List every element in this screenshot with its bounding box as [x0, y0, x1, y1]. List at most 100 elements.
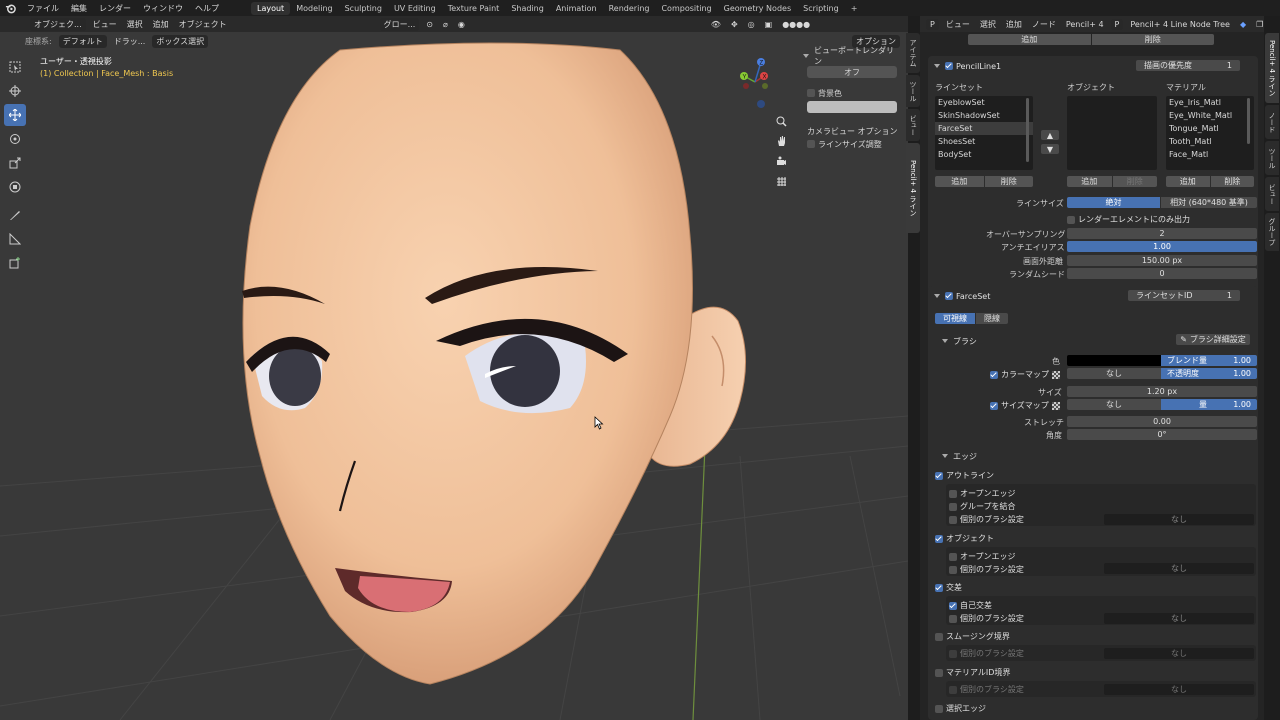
- object-edge-checkbox[interactable]: [935, 534, 943, 543]
- outline-row[interactable]: アウトライン: [935, 470, 994, 481]
- move-down-button[interactable]: ▼: [1041, 144, 1059, 154]
- snap-icon[interactable]: ⌀: [438, 20, 453, 29]
- visibility-icon[interactable]: 👁: [706, 20, 726, 29]
- render-element-only-checkbox[interactable]: [1067, 215, 1075, 224]
- antialias-field[interactable]: 1.00: [1067, 241, 1257, 252]
- workspace-tab-rendering[interactable]: Rendering: [603, 2, 656, 15]
- line-size-relative-button[interactable]: 相対 (640*480 基準): [1161, 197, 1257, 208]
- smoothing-individual-brush-row[interactable]: 個別のブラシ設定: [949, 648, 1024, 659]
- menu-view-right[interactable]: ビュー: [941, 19, 975, 30]
- random-seed-field[interactable]: 0: [1067, 268, 1257, 279]
- rvtab-view[interactable]: ビュー: [1265, 177, 1279, 211]
- rvtab-pencil-line[interactable]: Pencil+ 4 ライン: [1265, 33, 1279, 103]
- smoothing-boundary-row[interactable]: スムージング境界: [935, 631, 1010, 642]
- fake-user-shield-icon[interactable]: ◆: [1235, 20, 1251, 29]
- move-icon[interactable]: [4, 104, 26, 126]
- coord-system-dropdown[interactable]: デフォルト: [58, 34, 107, 48]
- menu-select-right[interactable]: 選択: [975, 19, 1001, 30]
- 3d-viewport[interactable]: オブジェク... ビュー 選択 追加 オブジェクト グロー... ⊙ ⌀ ◉ 👁…: [0, 16, 908, 720]
- select-box-icon[interactable]: [4, 56, 26, 78]
- node-tree-name[interactable]: Pencil+ 4 Line Node Tree: [1125, 20, 1235, 29]
- annotate-icon[interactable]: [4, 204, 26, 226]
- workspace-tab-compositing[interactable]: Compositing: [655, 2, 717, 15]
- material-id-individual-brush-row[interactable]: 個別のブラシ設定: [949, 684, 1024, 695]
- blender-logo-icon[interactable]: [3, 1, 17, 15]
- vtab-item[interactable]: アイテム: [906, 33, 920, 73]
- line-size-adjust-row[interactable]: ラインサイズ調整: [803, 137, 901, 151]
- outline-open-edge-row[interactable]: オープンエッジ: [949, 488, 1016, 499]
- smoothing-brush-field[interactable]: なし: [1104, 648, 1254, 659]
- pencil-line-enable-checkbox[interactable]: [945, 62, 953, 70]
- background-color-swatch[interactable]: [807, 101, 897, 113]
- brush-collapse-icon[interactable]: [942, 339, 948, 343]
- proportional-edit-icon[interactable]: ◉: [453, 20, 470, 29]
- edge-section-header[interactable]: エッジ: [942, 450, 977, 462]
- material-scrollbar[interactable]: [1247, 98, 1250, 144]
- menu-help[interactable]: ヘルプ: [189, 3, 225, 14]
- list-item[interactable]: EyeblowSet: [935, 96, 1033, 109]
- line-size-absolute-button[interactable]: 絶対: [1067, 197, 1160, 208]
- draw-priority-field[interactable]: 描画の優先度 1: [1136, 60, 1240, 71]
- vtab-view[interactable]: ビュー: [906, 109, 920, 141]
- selected-edge-row[interactable]: 選択エッジ: [935, 703, 986, 714]
- tree-type-icon[interactable]: P: [1110, 18, 1124, 30]
- edge-collapse-icon[interactable]: [942, 454, 948, 458]
- menu-file[interactable]: ファイル: [21, 3, 65, 14]
- outline-checkbox[interactable]: [935, 471, 943, 480]
- material-id-brush-field[interactable]: なし: [1104, 684, 1254, 695]
- outline-open-edge-checkbox[interactable]: [949, 489, 957, 498]
- pan-hand-icon[interactable]: [772, 132, 790, 150]
- menu-window[interactable]: ウィンドウ: [137, 3, 189, 14]
- selected-edge-checkbox[interactable]: [935, 704, 943, 713]
- measure-icon[interactable]: [4, 228, 26, 250]
- camera-view-icon[interactable]: [772, 152, 790, 170]
- list-item[interactable]: Eye_White_Matl: [1166, 109, 1254, 122]
- workspace-tab-texture-paint[interactable]: Texture Paint: [442, 2, 506, 15]
- material-id-boundary-row[interactable]: マテリアルID境界: [935, 667, 1010, 678]
- xray-icon[interactable]: ▣: [760, 20, 778, 29]
- material-add-button[interactable]: 追加: [1166, 176, 1210, 187]
- smoothing-individual-brush-checkbox[interactable]: [949, 649, 957, 658]
- top-delete-button[interactable]: 削除: [1091, 34, 1214, 45]
- object-individual-brush-checkbox[interactable]: [949, 565, 957, 574]
- outline-individual-brush-checkbox[interactable]: [949, 515, 957, 524]
- blend-amount-field[interactable]: ブレンド量 1.00: [1161, 355, 1257, 366]
- tab-visible-lines[interactable]: 可視線: [935, 313, 975, 324]
- lineset-delete-button[interactable]: 削除: [984, 176, 1033, 187]
- zoom-icon[interactable]: [772, 112, 790, 130]
- size-map-amount-field[interactable]: 量 1.00: [1161, 399, 1257, 410]
- self-intersection-row[interactable]: 自己交差: [949, 600, 992, 611]
- menu-add[interactable]: 追加: [148, 19, 174, 30]
- merge-groups-checkbox[interactable]: [949, 502, 957, 511]
- workspace-tab-modeling[interactable]: Modeling: [290, 2, 338, 15]
- transform-orientation-dropdown[interactable]: グロー...: [379, 17, 420, 31]
- scale-icon[interactable]: [4, 152, 26, 174]
- gizmo-toggle-icon[interactable]: ✥: [726, 20, 743, 29]
- workspace-tab-layout[interactable]: Layout: [251, 1, 291, 15]
- viewport-render-off-button[interactable]: オフ: [807, 66, 897, 78]
- offscreen-distance-field[interactable]: 150.00 px: [1067, 255, 1257, 266]
- menu-object[interactable]: オブジェクト: [174, 19, 232, 30]
- lineset-id-field[interactable]: ラインセットID 1: [1128, 290, 1240, 301]
- object-edge-row[interactable]: オブジェクト: [935, 533, 994, 544]
- tab-hidden-lines[interactable]: 隠線: [976, 313, 1008, 324]
- object-open-edge-checkbox[interactable]: [949, 552, 957, 561]
- list-item[interactable]: ShoesSet: [935, 135, 1033, 148]
- move-up-button[interactable]: ▲: [1041, 130, 1059, 140]
- brush-section-header[interactable]: ブラシ: [942, 335, 977, 347]
- rotate-icon[interactable]: [4, 128, 26, 150]
- top-add-button[interactable]: 追加: [968, 34, 1091, 45]
- menu-render[interactable]: レンダー: [93, 3, 137, 14]
- workspace-tab-shading[interactable]: Shading: [505, 2, 550, 15]
- rvtab-node[interactable]: ノード: [1265, 105, 1279, 139]
- self-intersection-checkbox[interactable]: [949, 601, 957, 610]
- intersection-individual-brush-row[interactable]: 個別のブラシ設定: [949, 613, 1024, 624]
- brush-color-swatch[interactable]: [1067, 355, 1161, 366]
- outline-individual-brush-row[interactable]: 個別のブラシ設定: [949, 514, 1024, 525]
- list-item[interactable]: BodySet: [935, 148, 1033, 161]
- lineset-add-button[interactable]: 追加: [935, 176, 984, 187]
- collapse-triangle-icon[interactable]: [803, 54, 809, 58]
- list-item[interactable]: Eye_Iris_Matl: [1166, 96, 1254, 109]
- background-color-checkbox[interactable]: [807, 89, 815, 97]
- background-color-row[interactable]: 背景色: [803, 87, 901, 99]
